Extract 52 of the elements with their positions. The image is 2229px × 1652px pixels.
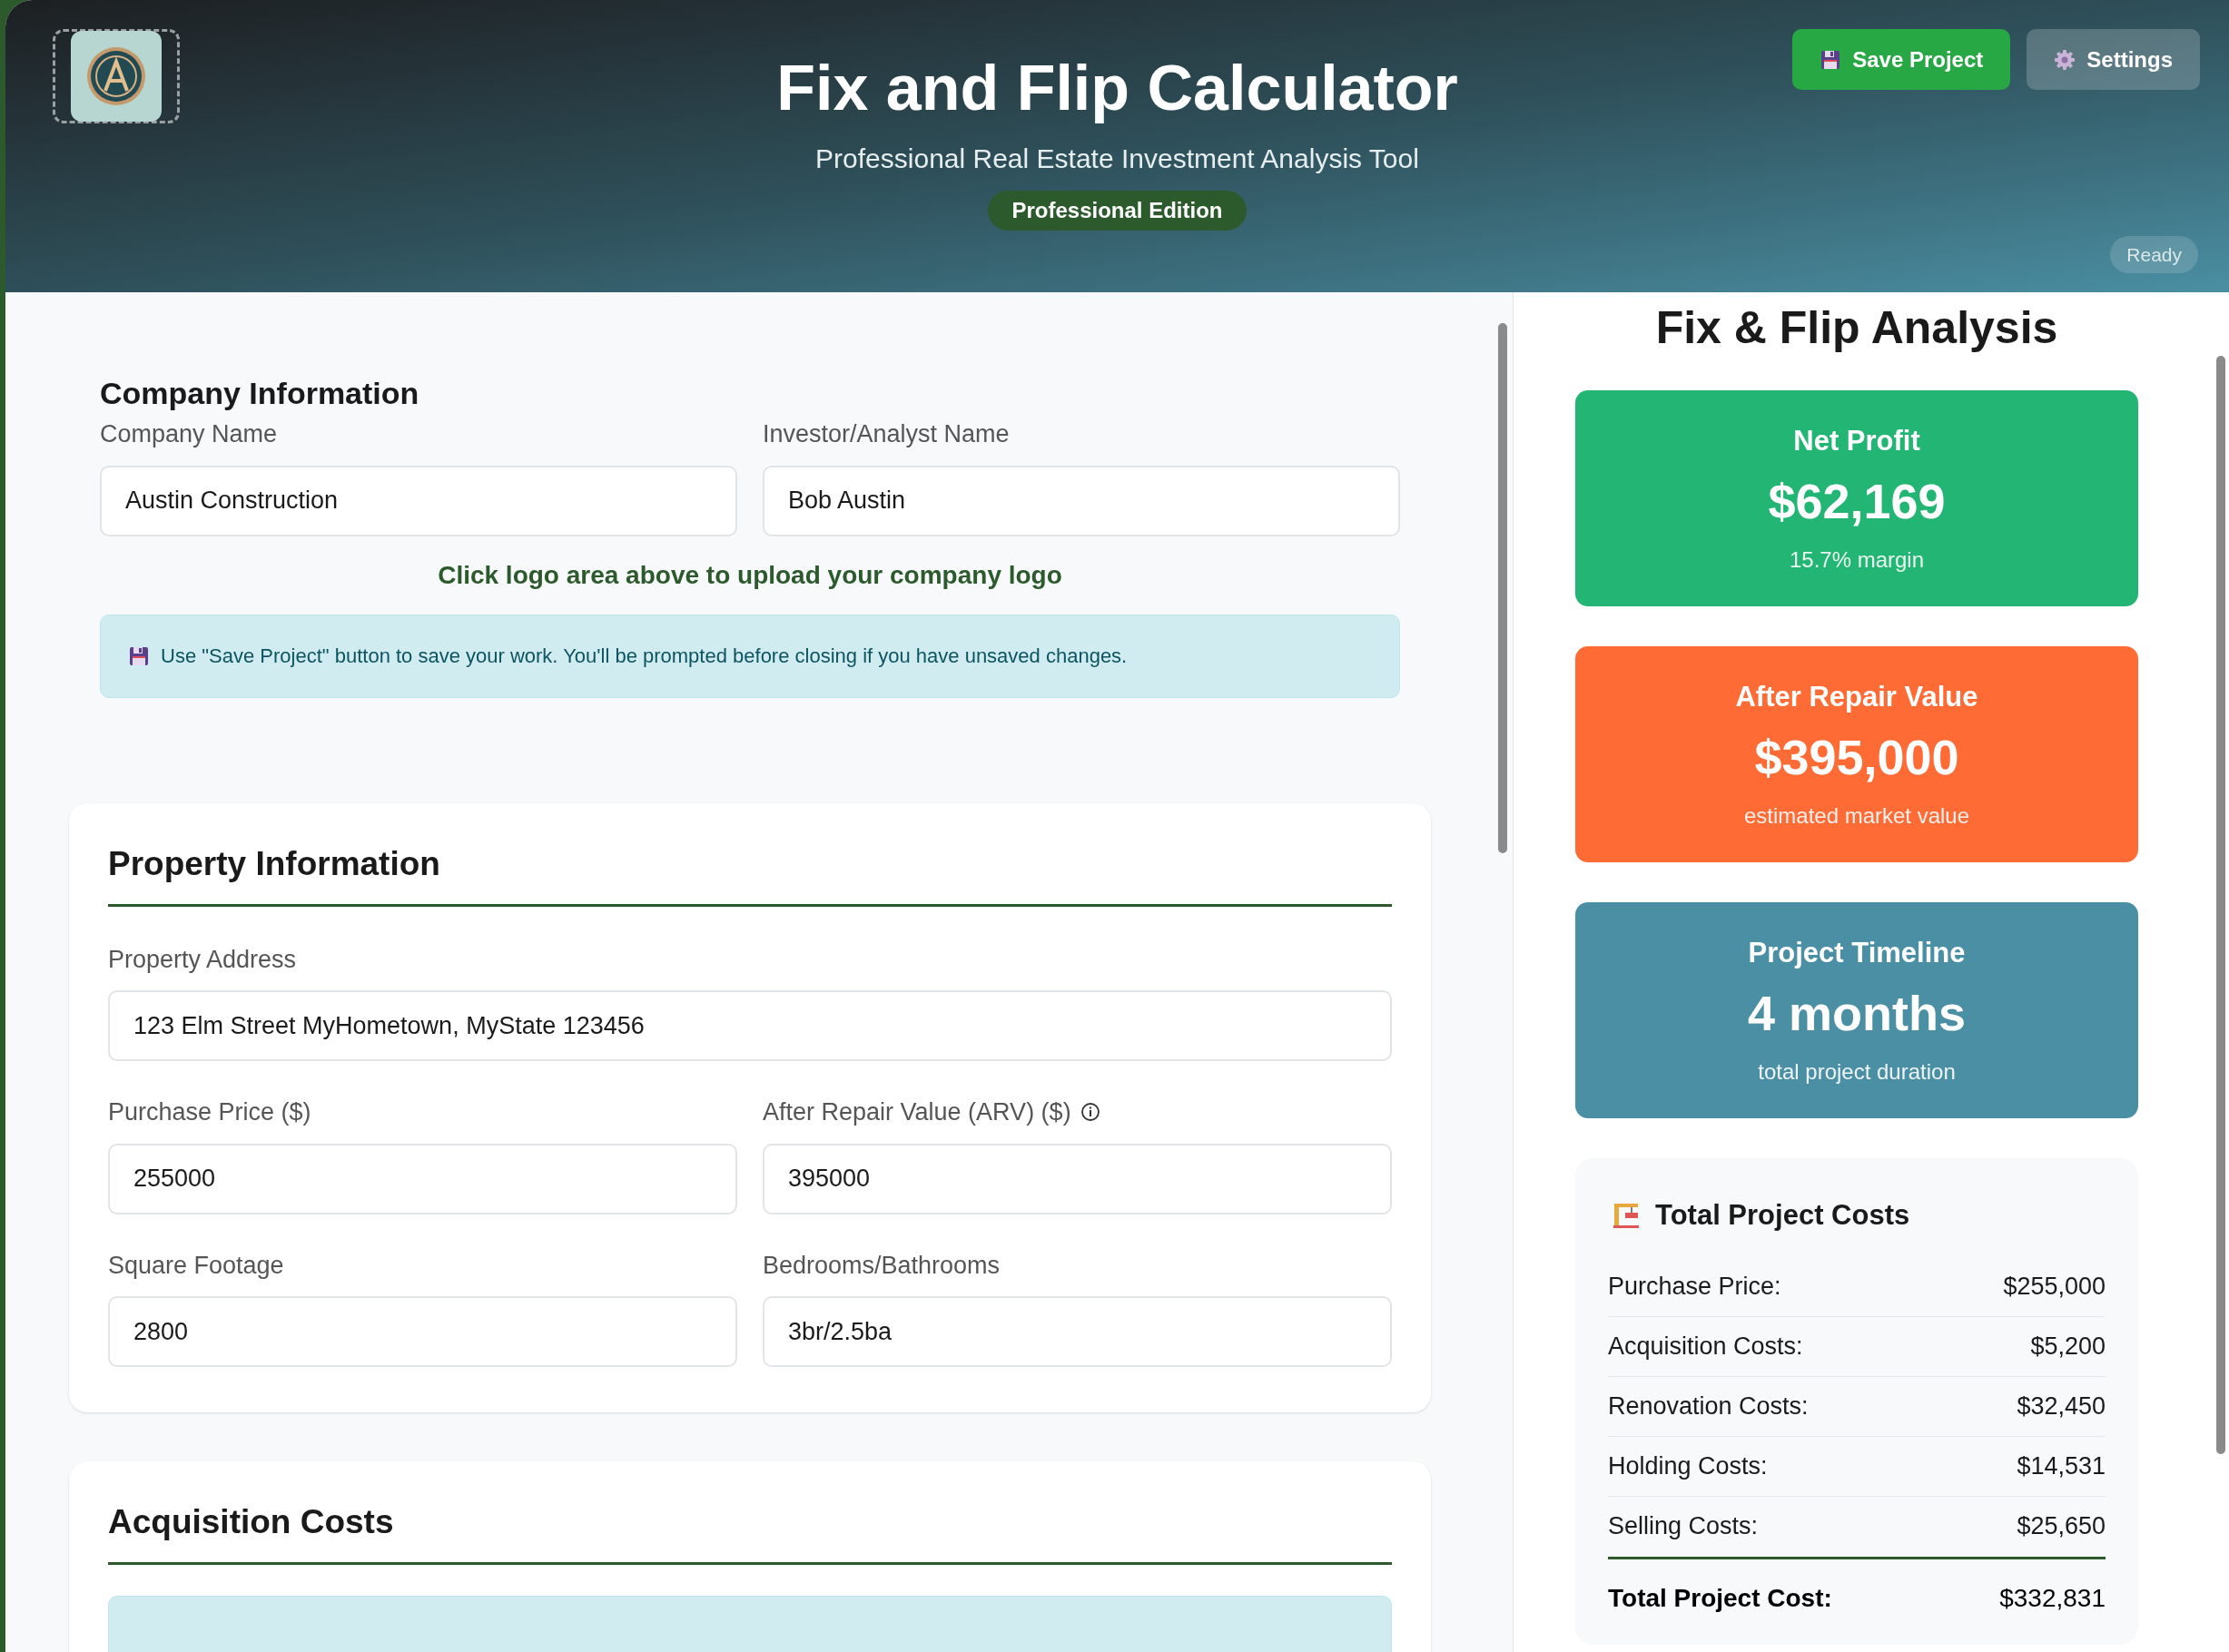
metric-label: After Repair Value [1735,679,1978,714]
metric-label: Project Timeline [1748,935,1966,970]
field-label: Property Address [108,944,298,975]
field-label: Square Footage [108,1250,285,1281]
text-input[interactable]: 2800 [108,1296,737,1367]
notice-text: Use "Save Project" button to save your work. You'll be prompted before closing if you have unsaved changes. [161,644,1128,669]
metric-value: $395,000 [1754,733,1959,782]
field-label: After Repair Value (ARV) ($) [763,1094,1392,1131]
field-label: Purchase Price ($) [108,1097,312,1127]
settings-button[interactable]: Settings [2027,29,2200,90]
analysis-title: Fix & Flip Analysis [1655,305,2058,350]
cost-value: $5,200 [2030,1331,2106,1362]
cost-value: $255,000 [2003,1271,2106,1302]
cost-label: Holding Costs: [1608,1450,1768,1481]
total-value: $332,831 [1999,1582,2106,1614]
settings-icon [2054,48,2076,71]
crane-icon [1612,1201,1641,1231]
section-heading: Property Information [108,846,441,880]
scrollbar[interactable] [2216,356,2225,1454]
cost-label: Acquisition Costs: [1608,1331,1803,1362]
info-icon [1080,1102,1100,1123]
metric-value: 4 months [1748,988,1966,1038]
cost-value: $14,531 [2017,1450,2106,1481]
text-input[interactable]: 123 Elm Street MyHometown, MyState 123456 [108,990,1392,1061]
metric-caption: total project duration [1758,1058,1956,1087]
text-input[interactable]: 3br/2.5ba [763,1296,1392,1367]
metric-caption: estimated market value [1743,802,1970,831]
costs-heading: Total Project Costs [1655,1198,1910,1233]
field-label: Company Name [100,419,279,449]
field-label: Bedrooms/Bathrooms [763,1250,1001,1281]
cost-value: $32,450 [2017,1391,2106,1421]
cost-value: $25,650 [2017,1511,2106,1542]
edition-badge: Professional Edition [988,191,1247,231]
text-input[interactable]: Austin Construction [100,465,737,536]
logo-upload-area[interactable] [53,29,180,123]
app-subtitle: Professional Real Estate Investment Analysis Tool [815,145,1419,172]
status-indicator: Ready [2110,236,2198,273]
metric-caption: 15.7% margin [1789,546,1925,575]
metric-value: $62,169 [1768,477,1946,526]
field-label: Investor/Analyst Name [763,419,1011,449]
scrollbar[interactable] [1498,323,1507,853]
section-heading: Acquisition Costs [108,1505,395,1539]
text-input[interactable]: 255000 [108,1143,737,1214]
section-heading: Company Information [100,378,420,408]
logo-upload-hint: Click logo area above to upload your company logo [437,559,1063,591]
cost-label: Selling Costs: [1608,1511,1759,1542]
text-input[interactable]: Bob Austin [763,465,1400,536]
total-label: Total Project Cost: [1608,1582,1832,1614]
cost-label: Renovation Costs: [1608,1391,1809,1421]
text-input[interactable]: 395000 [763,1143,1392,1214]
metric-label: Net Profit [1793,423,1920,458]
cost-label: Purchase Price: [1608,1271,1781,1302]
